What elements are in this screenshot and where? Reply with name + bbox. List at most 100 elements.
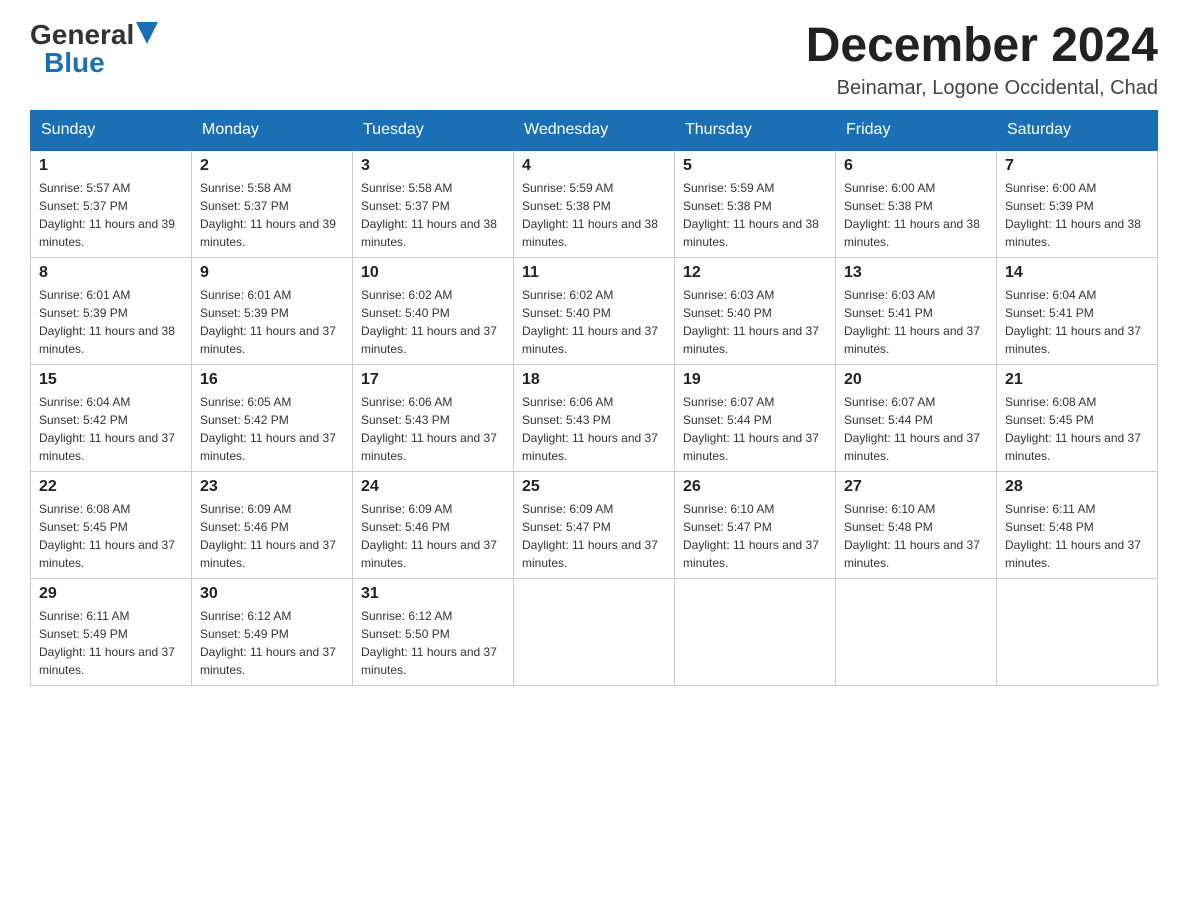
day-number: 7 (1005, 157, 1149, 175)
calendar-cell: 31 Sunrise: 6:12 AMSunset: 5:50 PMDayligh… (353, 578, 514, 685)
calendar-week-row: 8 Sunrise: 6:01 AMSunset: 5:39 PMDaylight… (31, 257, 1158, 364)
day-number: 25 (522, 478, 666, 496)
day-info: Sunrise: 6:12 AMSunset: 5:49 PMDaylight:… (200, 607, 344, 679)
calendar-cell: 29 Sunrise: 6:11 AMSunset: 5:49 PMDayligh… (31, 578, 192, 685)
day-info: Sunrise: 6:02 AMSunset: 5:40 PMDaylight:… (361, 286, 505, 358)
day-number: 21 (1005, 371, 1149, 389)
calendar-cell: 13Sunrise: 6:03 AMSunset: 5:41 PMDayligh… (836, 257, 997, 364)
calendar-table: SundayMondayTuesdayWednesdayThursdayFrid… (30, 110, 1158, 686)
day-number: 28 (1005, 478, 1149, 496)
calendar-week-row: 15 Sunrise: 6:04 AMSunset: 5:42 PMDayligh… (31, 364, 1158, 471)
day-info: Sunrise: 6:01 AMSunset: 5:39 PMDaylight:… (39, 286, 183, 358)
day-info: Sunrise: 6:11 AMSunset: 5:48 PMDaylight:… (1005, 500, 1149, 572)
logo-general-text: General (30, 21, 134, 49)
calendar-cell: 15 Sunrise: 6:04 AMSunset: 5:42 PMDayligh… (31, 364, 192, 471)
calendar-cell: 22 Sunrise: 6:08 AMSunset: 5:45 PMDayligh… (31, 471, 192, 578)
day-info: Sunrise: 6:05 AMSunset: 5:42 PMDaylight:… (200, 393, 344, 465)
calendar-cell: 18Sunrise: 6:06 AMSunset: 5:43 PMDayligh… (514, 364, 675, 471)
logo-arrow-icon (136, 22, 158, 44)
day-number: 8 (39, 264, 183, 282)
calendar-cell: 2Sunrise: 5:58 AMSunset: 5:37 PMDaylight… (192, 150, 353, 258)
day-number: 15 (39, 371, 183, 389)
calendar-week-row: 1 Sunrise: 5:57 AMSunset: 5:37 PMDaylight… (31, 150, 1158, 258)
day-info: Sunrise: 6:08 AMSunset: 5:45 PMDaylight:… (39, 500, 183, 572)
location-title: Beinamar, Logone Occidental, Chad (806, 77, 1158, 100)
day-info: Sunrise: 5:59 AMSunset: 5:38 PMDaylight:… (683, 179, 827, 251)
calendar-cell: 1 Sunrise: 5:57 AMSunset: 5:37 PMDaylight… (31, 150, 192, 258)
calendar-cell: 3 Sunrise: 5:58 AMSunset: 5:37 PMDaylight… (353, 150, 514, 258)
header-saturday: Saturday (997, 110, 1158, 150)
day-number: 2 (200, 157, 344, 175)
day-info: Sunrise: 6:07 AMSunset: 5:44 PMDaylight:… (683, 393, 827, 465)
calendar-cell (836, 578, 997, 685)
day-info: Sunrise: 6:03 AMSunset: 5:40 PMDaylight:… (683, 286, 827, 358)
title-area: December 2024 Beinamar, Logone Occidenta… (806, 20, 1158, 100)
calendar-cell: 24Sunrise: 6:09 AMSunset: 5:46 PMDayligh… (353, 471, 514, 578)
day-info: Sunrise: 6:04 AMSunset: 5:41 PMDaylight:… (1005, 286, 1149, 358)
day-number: 29 (39, 585, 183, 603)
calendar-cell: 9 Sunrise: 6:01 AMSunset: 5:39 PMDaylight… (192, 257, 353, 364)
day-info: Sunrise: 6:11 AMSunset: 5:49 PMDaylight:… (39, 607, 183, 679)
day-info: Sunrise: 6:09 AMSunset: 5:46 PMDaylight:… (200, 500, 344, 572)
day-info: Sunrise: 6:12 AMSunset: 5:50 PMDaylight:… (361, 607, 505, 679)
header-thursday: Thursday (675, 110, 836, 150)
day-info: Sunrise: 6:00 AMSunset: 5:38 PMDaylight:… (844, 179, 988, 251)
logo-blue-text: Blue (44, 49, 105, 77)
calendar-cell: 19Sunrise: 6:07 AMSunset: 5:44 PMDayligh… (675, 364, 836, 471)
calendar-cell: 28 Sunrise: 6:11 AMSunset: 5:48 PMDayligh… (997, 471, 1158, 578)
day-info: Sunrise: 6:08 AMSunset: 5:45 PMDaylight:… (1005, 393, 1149, 465)
day-number: 4 (522, 157, 666, 175)
day-info: Sunrise: 6:06 AMSunset: 5:43 PMDaylight:… (361, 393, 505, 465)
day-number: 31 (361, 585, 505, 603)
calendar-cell: 12 Sunrise: 6:03 AMSunset: 5:40 PMDayligh… (675, 257, 836, 364)
day-number: 1 (39, 157, 183, 175)
calendar-cell: 11Sunrise: 6:02 AMSunset: 5:40 PMDayligh… (514, 257, 675, 364)
calendar-cell (675, 578, 836, 685)
day-number: 20 (844, 371, 988, 389)
day-number: 10 (361, 264, 505, 282)
day-info: Sunrise: 6:09 AMSunset: 5:47 PMDaylight:… (522, 500, 666, 572)
day-info: Sunrise: 6:04 AMSunset: 5:42 PMDaylight:… (39, 393, 183, 465)
calendar-cell (514, 578, 675, 685)
calendar-cell: 4Sunrise: 5:59 AMSunset: 5:38 PMDaylight… (514, 150, 675, 258)
day-number: 22 (39, 478, 183, 496)
calendar-cell: 14Sunrise: 6:04 AMSunset: 5:41 PMDayligh… (997, 257, 1158, 364)
day-number: 26 (683, 478, 827, 496)
day-number: 17 (361, 371, 505, 389)
day-number: 23 (200, 478, 344, 496)
month-title: December 2024 (806, 20, 1158, 73)
day-info: Sunrise: 5:58 AMSunset: 5:37 PMDaylight:… (361, 179, 505, 251)
calendar-cell: 7Sunrise: 6:00 AMSunset: 5:39 PMDaylight… (997, 150, 1158, 258)
calendar-cell: 27Sunrise: 6:10 AMSunset: 5:48 PMDayligh… (836, 471, 997, 578)
day-number: 24 (361, 478, 505, 496)
calendar-cell: 25 Sunrise: 6:09 AMSunset: 5:47 PMDayligh… (514, 471, 675, 578)
day-number: 3 (361, 157, 505, 175)
calendar-cell: 6 Sunrise: 6:00 AMSunset: 5:38 PMDaylight… (836, 150, 997, 258)
day-number: 30 (200, 585, 344, 603)
header: General Blue December 2024 Beinamar, Log… (30, 20, 1158, 100)
calendar-cell: 21 Sunrise: 6:08 AMSunset: 5:45 PMDayligh… (997, 364, 1158, 471)
calendar-cell: 17 Sunrise: 6:06 AMSunset: 5:43 PMDayligh… (353, 364, 514, 471)
day-number: 6 (844, 157, 988, 175)
calendar-header-row: SundayMondayTuesdayWednesdayThursdayFrid… (31, 110, 1158, 150)
day-number: 16 (200, 371, 344, 389)
day-number: 9 (200, 264, 344, 282)
header-friday: Friday (836, 110, 997, 150)
calendar-cell (997, 578, 1158, 685)
day-info: Sunrise: 6:10 AMSunset: 5:48 PMDaylight:… (844, 500, 988, 572)
calendar-cell: 8 Sunrise: 6:01 AMSunset: 5:39 PMDaylight… (31, 257, 192, 364)
day-info: Sunrise: 6:01 AMSunset: 5:39 PMDaylight:… (200, 286, 344, 358)
day-info: Sunrise: 5:57 AMSunset: 5:37 PMDaylight:… (39, 179, 183, 251)
day-number: 11 (522, 264, 666, 282)
calendar-cell: 26Sunrise: 6:10 AMSunset: 5:47 PMDayligh… (675, 471, 836, 578)
calendar-cell: 16 Sunrise: 6:05 AMSunset: 5:42 PMDayligh… (192, 364, 353, 471)
calendar-week-row: 22 Sunrise: 6:08 AMSunset: 5:45 PMDayligh… (31, 471, 1158, 578)
header-monday: Monday (192, 110, 353, 150)
day-number: 13 (844, 264, 988, 282)
day-number: 5 (683, 157, 827, 175)
day-number: 12 (683, 264, 827, 282)
day-number: 18 (522, 371, 666, 389)
logo: General Blue (30, 20, 158, 77)
calendar-cell: 23 Sunrise: 6:09 AMSunset: 5:46 PMDayligh… (192, 471, 353, 578)
calendar-week-row: 29 Sunrise: 6:11 AMSunset: 5:49 PMDayligh… (31, 578, 1158, 685)
